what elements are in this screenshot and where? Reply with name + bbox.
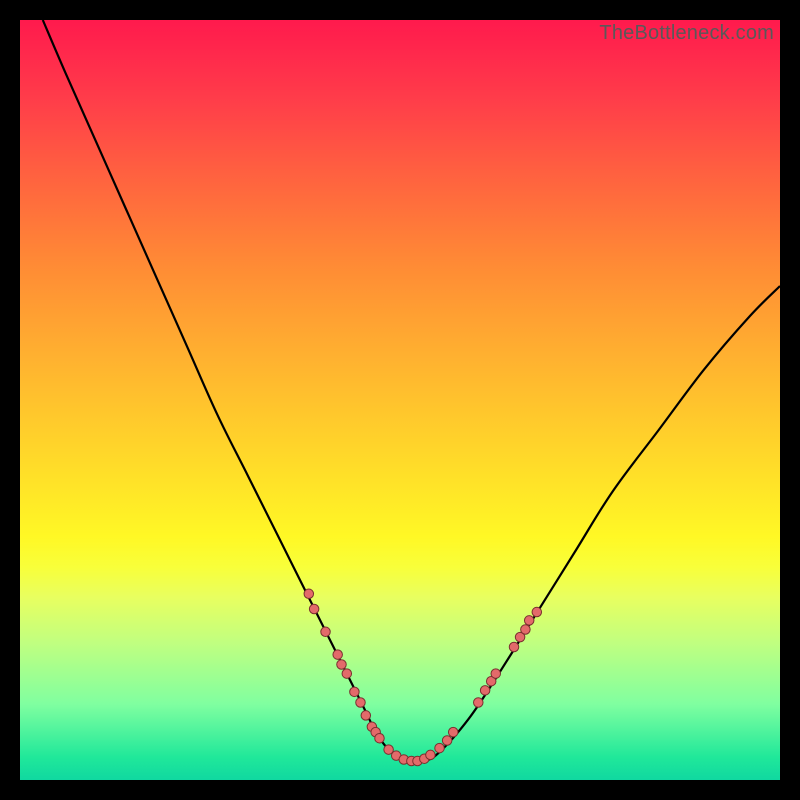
curve-marker [304,589,314,599]
curve-markers [304,589,542,766]
chart-svg [20,20,780,780]
curve-marker [521,625,531,635]
curve-marker [337,660,347,670]
chart-frame: TheBottleneck.com [0,0,800,800]
curve-marker [309,604,319,614]
curve-marker [426,750,436,760]
curve-marker [356,698,366,708]
curve-marker [321,627,331,637]
plot-area: TheBottleneck.com [20,20,780,780]
curve-marker [333,650,343,660]
curve-marker [524,616,534,626]
curve-marker [361,711,371,721]
curve-path [43,20,780,762]
curve-marker [448,727,458,737]
curve-marker [532,607,542,617]
curve-marker [342,669,352,679]
curve-marker [509,642,519,652]
curve-marker [442,736,452,746]
curve-marker [350,687,360,697]
curve-marker [474,698,484,708]
curve-marker [480,686,490,696]
curve-marker [435,743,445,753]
curve-marker [375,733,385,743]
curve-marker [491,669,501,679]
